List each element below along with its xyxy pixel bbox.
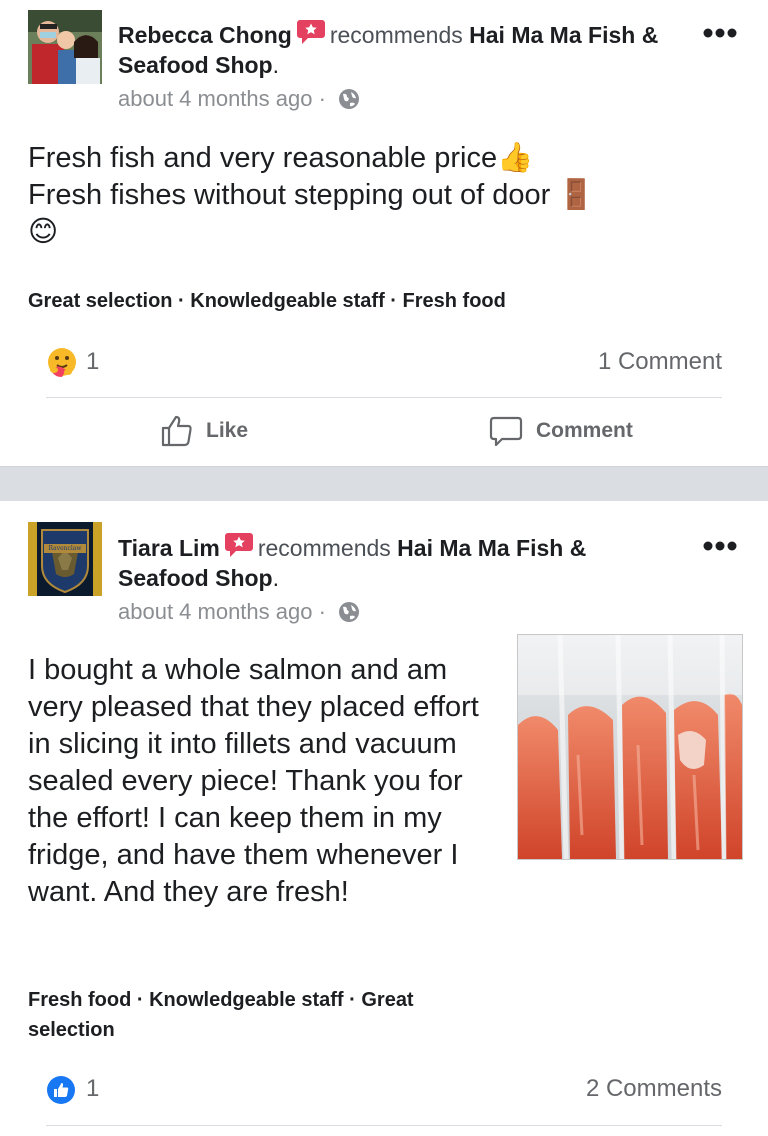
reactions-row: 1 2 Comments xyxy=(46,1073,722,1109)
recommend-icon xyxy=(296,18,326,46)
recommends-label: recommends xyxy=(257,535,391,561)
recommend-icon xyxy=(224,531,254,559)
post-header: Rebecca Chong recommends Hai Ma Ma Fish &… xyxy=(118,18,678,80)
reaction-count[interactable]: 1 xyxy=(86,348,99,376)
post-body: I bought a whole salmon and am very plea… xyxy=(28,654,479,908)
review-tags: Fresh food · Knowledgeable staff · Great… xyxy=(28,989,414,1041)
review-post-1: Rebecca Chong recommends Hai Ma Ma Fish &… xyxy=(0,0,768,466)
comment-bubble-icon xyxy=(489,416,523,447)
shop-suffix: . xyxy=(272,565,280,591)
review-tags: Great selection · Knowledgeable staff · … xyxy=(28,290,506,312)
post-body: Fresh fish and very reasonable price👍 Fr… xyxy=(28,140,594,251)
reactions-row: 1 1 Comment xyxy=(46,346,722,382)
author-avatar[interactable]: Ravenclaw xyxy=(28,522,102,596)
shop-suffix: . xyxy=(272,52,280,78)
time-text: about 4 months ago xyxy=(118,599,313,624)
more-options-icon[interactable] xyxy=(702,539,738,551)
avatar-text: Ravenclaw xyxy=(48,545,82,552)
comment-count[interactable]: 2 Comments xyxy=(586,1075,722,1103)
post-photo[interactable] xyxy=(517,634,743,860)
like-thumb-icon[interactable] xyxy=(46,1075,76,1110)
post-header: Tiara Lim recommends Hai Ma Ma Fish & Sea… xyxy=(118,531,678,593)
divider xyxy=(46,1125,722,1126)
time-text: about 4 months ago xyxy=(118,86,313,111)
reaction-count[interactable]: 1 xyxy=(86,1075,99,1103)
post-body-line: Fresh fishes without stepping out of doo… xyxy=(28,179,595,211)
recommends-label: recommends xyxy=(329,22,463,48)
review-post-2: Ravenclaw Tiara Lim recommends Hai Ma Ma … xyxy=(0,501,768,1136)
more-options-icon[interactable] xyxy=(702,26,738,38)
like-button[interactable]: Like xyxy=(160,411,248,451)
like-label: Like xyxy=(206,419,249,442)
comment-count[interactable]: 1 Comment xyxy=(598,348,722,376)
globe-icon xyxy=(338,88,360,110)
post-timestamp[interactable]: about 4 months ago · xyxy=(118,86,360,112)
comment-label: Comment xyxy=(536,419,633,442)
globe-icon xyxy=(338,601,360,623)
time-separator: · xyxy=(318,599,326,624)
author-name[interactable]: Tiara Lim xyxy=(118,535,220,561)
post-timestamp[interactable]: about 4 months ago · xyxy=(118,599,360,625)
comment-button[interactable]: Comment xyxy=(488,411,633,451)
post-body-line: Fresh fish and very reasonable price👍 xyxy=(28,142,534,174)
time-separator: · xyxy=(318,86,326,111)
divider xyxy=(46,397,722,398)
author-name[interactable]: Rebecca Chong xyxy=(118,22,292,48)
hug-emoji-icon[interactable] xyxy=(46,346,78,383)
thumb-up-icon xyxy=(161,415,192,447)
author-avatar[interactable] xyxy=(28,10,102,84)
post-body-line: 😊 xyxy=(28,216,59,248)
feed-separator xyxy=(0,466,768,501)
